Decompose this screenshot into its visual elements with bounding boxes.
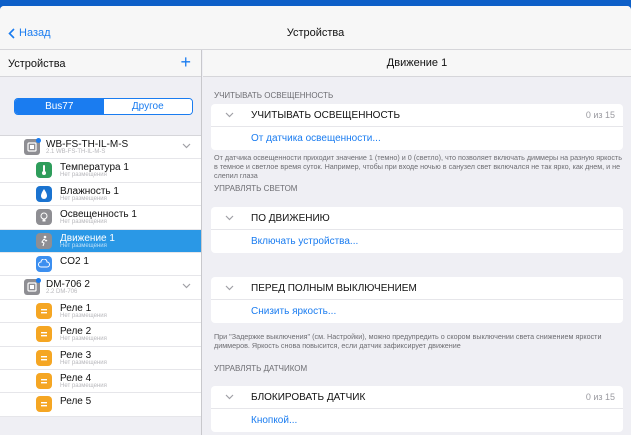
row-before-off[interactable]: ПЕРЕД ПОЛНЫМ ВЫКЛЮЧЕНИЕМ xyxy=(211,277,623,300)
lightbulb-icon xyxy=(36,209,52,226)
thermometer-icon xyxy=(36,162,52,179)
item-subtitle: Нет размещения xyxy=(60,359,107,366)
device-list: WB-FS-TH-IL-M-S 2.1 WB-FS-TH-IL-M-S Темпер… xyxy=(0,135,201,417)
item-subtitle: Нет размещения xyxy=(60,312,107,319)
status-dot xyxy=(36,278,41,284)
channel-row[interactable]: Реле 4 Нет размещения xyxy=(0,370,201,394)
channel-row[interactable]: Движение 1 Нет размещения xyxy=(0,229,201,253)
device-row[interactable]: WB-FS-TH-IL-M-S 2.1 WB-FS-TH-IL-M-S xyxy=(0,136,201,160)
relay-icon xyxy=(36,302,52,319)
channel-row[interactable]: Освещенность 1 Нет размещения xyxy=(0,206,201,230)
add-device-button[interactable]: + xyxy=(180,52,191,72)
card-block-sensor: БЛОКИРОВАТЬ ДАТЧИК 0 из 15 Кнопкой... xyxy=(211,386,623,432)
relay-icon xyxy=(36,372,52,389)
row-block-sensor-link[interactable]: Кнопкой... xyxy=(211,409,623,432)
channel-row[interactable]: Реле 1 Нет размещения xyxy=(0,300,201,324)
item-subtitle: 2.1 WB-FS-TH-IL-M-S xyxy=(46,149,106,155)
cloud-icon xyxy=(36,255,52,272)
item-subtitle: Нет размещения xyxy=(60,219,107,226)
chevron-down-icon xyxy=(225,215,234,221)
drop-icon xyxy=(36,185,52,202)
item-subtitle: Нет размещения xyxy=(60,242,107,249)
section-header-lux: УЧИТЫВАТЬ ОСВЕЩЕННОСТЬ xyxy=(214,91,334,100)
channel-row[interactable]: CO2 1 xyxy=(0,253,201,277)
row-motion-link[interactable]: Включать устройства... xyxy=(211,230,623,253)
device-row[interactable]: DM-706 2 2.2 DM-706 xyxy=(0,276,201,300)
channel-row[interactable]: Реле 5 xyxy=(0,393,201,417)
row-lux-label: УЧИТЫВАТЬ ОСВЕЩЕННОСТЬ xyxy=(251,110,401,121)
by-button-link[interactable]: Кнопкой... xyxy=(251,415,297,426)
detail-title: Движение 1 xyxy=(203,50,631,77)
lux-sensor-link[interactable]: От датчика освещенности... xyxy=(251,133,381,144)
row-block-sensor-label: БЛОКИРОВАТЬ ДАТЧИК xyxy=(251,392,366,403)
card-motion: ПО ДВИЖЕНИЮ Включать устройства... xyxy=(211,207,623,253)
segmented-control: Bus77 Другое xyxy=(14,98,193,115)
channel-row[interactable]: Реле 2 Нет размещения xyxy=(0,323,201,347)
row-motion-label: ПО ДВИЖЕНИЮ xyxy=(251,213,330,224)
before-off-note: При "Задержке выключения" (см. Настройки… xyxy=(214,332,602,350)
status-dot xyxy=(36,138,41,143)
channel-row[interactable]: Реле 3 Нет размещения xyxy=(0,347,201,370)
channel-row[interactable]: Температура 1 Нет размещения xyxy=(0,159,201,183)
row-block-sensor[interactable]: БЛОКИРОВАТЬ ДАТЧИК 0 из 15 xyxy=(211,386,623,409)
row-block-sensor-count: 0 из 15 xyxy=(585,392,615,402)
row-lux-link[interactable]: От датчика освещенности... xyxy=(211,127,623,150)
detail-pane: Движение 1 УЧИТЫВАТЬ ОСВЕЩЕННОСТЬ УЧИТЫВ… xyxy=(203,50,631,435)
section-header-light: УПРАВЛЯТЬ СВЕТОМ xyxy=(214,184,298,193)
chevron-down-icon[interactable] xyxy=(182,283,191,289)
item-subtitle: Нет размещения xyxy=(60,172,107,179)
top-nav-bar: Назад Устройства xyxy=(0,6,631,50)
section-header-sensor: УПРАВЛЯТЬ ДАТЧИКОМ xyxy=(214,364,308,373)
card-before-off: ПЕРЕД ПОЛНЫМ ВЫКЛЮЧЕНИЕМ Снизить яркость… xyxy=(211,277,623,323)
segment-bus77[interactable]: Bus77 xyxy=(15,99,104,114)
relay-icon xyxy=(36,396,52,413)
sidebar-header: Устройства + xyxy=(0,50,201,77)
chevron-down-icon xyxy=(225,285,234,291)
channel-row[interactable]: Влажность 1 Нет размещения xyxy=(0,183,201,207)
item-name: Реле 5 xyxy=(60,396,92,408)
row-before-off-link[interactable]: Снизить яркость... xyxy=(211,300,623,323)
sidebar-title: Устройства xyxy=(8,58,66,70)
card-lux: УЧИТЫВАТЬ ОСВЕЩЕННОСТЬ 0 из 15 От датчик… xyxy=(211,104,623,150)
lux-note: От датчика освещенности приходит значени… xyxy=(214,153,622,180)
item-subtitle: Нет размещения xyxy=(60,336,107,343)
item-subtitle: Нет размещения xyxy=(60,382,107,389)
page-title: Устройства xyxy=(286,27,345,39)
item-subtitle: 2.2 DM-706 xyxy=(46,289,78,296)
chevron-down-icon xyxy=(225,394,234,400)
chevron-down-icon[interactable] xyxy=(182,143,191,149)
row-motion[interactable]: ПО ДВИЖЕНИЮ xyxy=(211,207,623,230)
relay-icon xyxy=(36,326,52,343)
item-name: CO2 1 xyxy=(60,255,89,267)
row-lux[interactable]: УЧИТЫВАТЬ ОСВЕЩЕННОСТЬ 0 из 15 xyxy=(211,104,623,127)
motion-icon xyxy=(36,232,52,249)
reduce-brightness-link[interactable]: Снизить яркость... xyxy=(251,306,336,317)
row-lux-count: 0 из 15 xyxy=(585,110,615,120)
relay-icon xyxy=(36,349,52,366)
app-window: Назад Устройства Устройства + Bus77 Друг… xyxy=(0,6,631,435)
item-subtitle: Нет размещения xyxy=(60,195,107,202)
segment-other[interactable]: Другое xyxy=(103,99,192,114)
chevron-down-icon xyxy=(225,112,234,118)
row-before-off-label: ПЕРЕД ПОЛНЫМ ВЫКЛЮЧЕНИЕМ xyxy=(251,283,417,294)
turn-on-devices-link[interactable]: Включать устройства... xyxy=(251,236,358,247)
devices-sidebar: Устройства + Bus77 Другое WB-FS-TH-IL-M-… xyxy=(0,50,202,435)
